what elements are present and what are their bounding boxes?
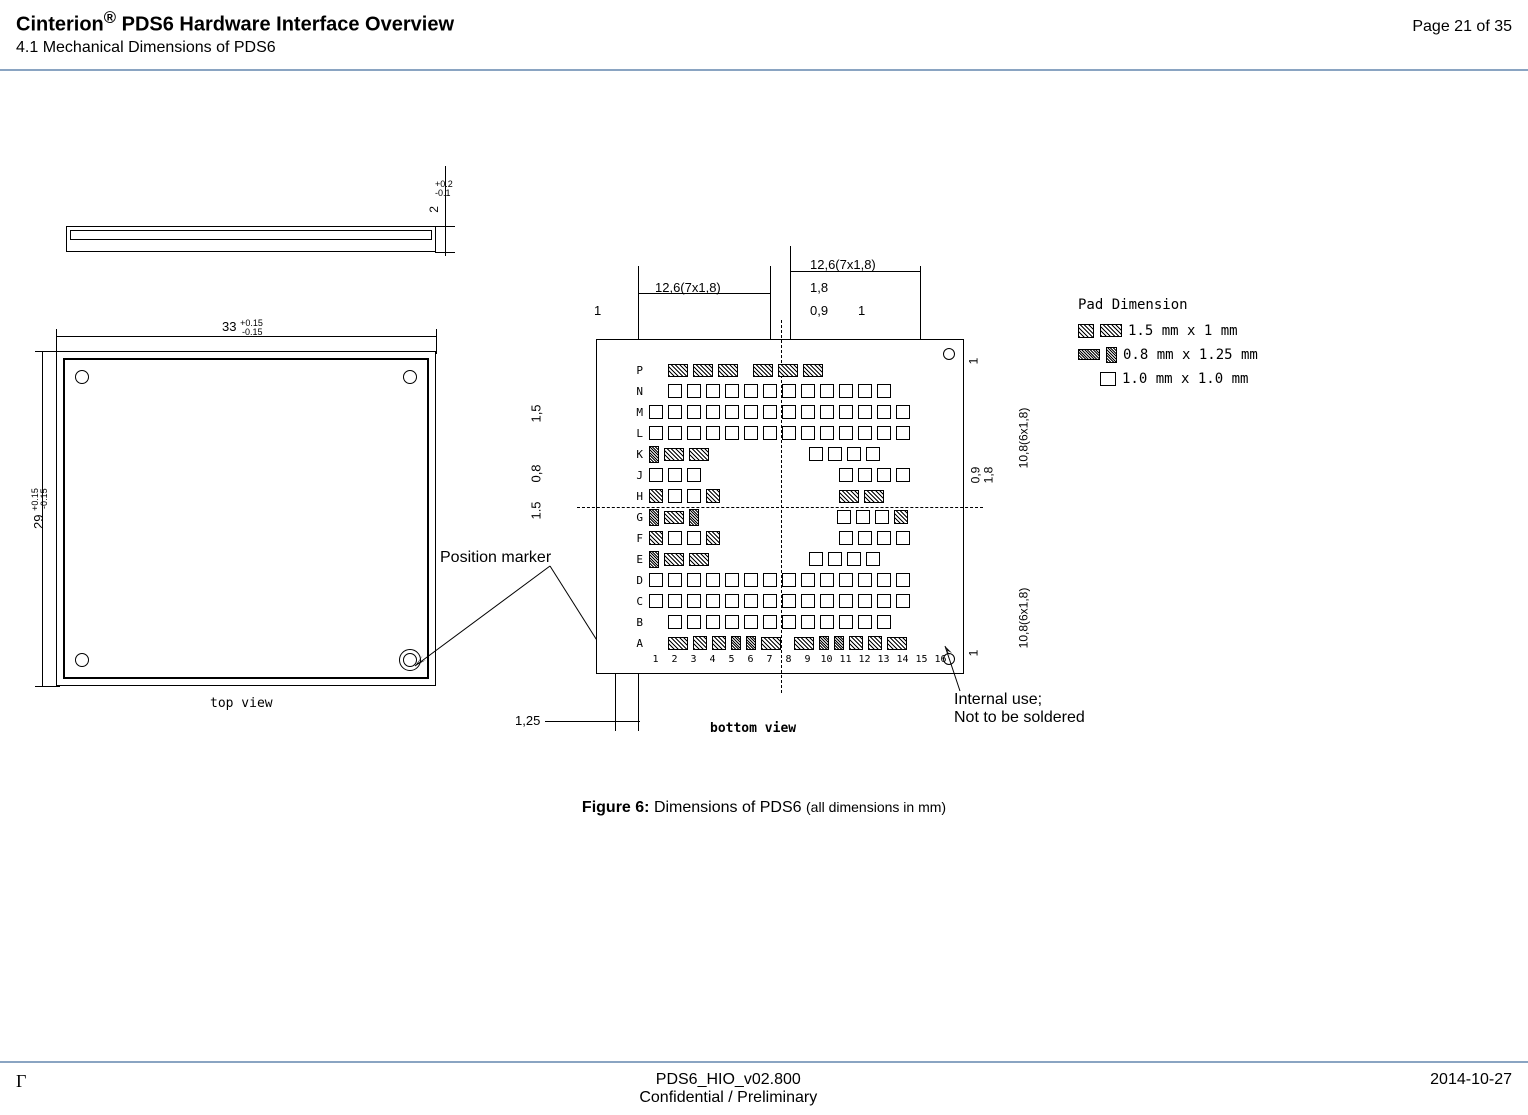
height-dimension: 29 +0.15 -0.15 [31, 488, 46, 529]
dim-1-8-r: 1,8 [981, 466, 995, 483]
top-view-inner-outline [63, 358, 429, 679]
legend-dense-tall-icon [1106, 347, 1117, 363]
dim-ext [638, 671, 639, 731]
dim-10-8-lower: 10,8(6x1,8) [1016, 587, 1030, 648]
dim-ext-line [35, 686, 60, 687]
page-footer: Γ PDS6_HIO_v02.800 Confidential / Prelim… [0, 1061, 1528, 1115]
dim-1-5: 1,5 [529, 404, 544, 422]
legend-row-3: 1.0 mm x 1.0 mm [1078, 371, 1258, 387]
dim-1-right: 1 [858, 303, 865, 318]
mounting-hole-icon [75, 653, 89, 667]
dim-ext [638, 266, 639, 346]
dim-1-left: 1 [594, 303, 601, 318]
dim-line [435, 226, 455, 227]
pad-row-p: P [632, 360, 912, 381]
page-number: Page 21 of 35 [1412, 18, 1512, 36]
figure-note: (all dimensions in mm) [806, 799, 946, 815]
mounting-hole-icon [75, 370, 89, 384]
pad-row-b: B [632, 612, 912, 633]
internal-use-annotation: Internal use; Not to be soldered [954, 691, 1085, 727]
thickness-dimension: 2 +0.2 -0.1 [427, 201, 441, 216]
dim-ext [790, 246, 791, 346]
pad-row-l: L [632, 423, 912, 444]
internal-use-line1: Internal use; [954, 691, 1085, 709]
legend-row-2: 0.8 mm x 1.25 mm [1078, 347, 1258, 363]
dim-0-8: 0,8 [529, 464, 544, 482]
dim-ext [770, 266, 771, 346]
pad-row-k: K [632, 444, 912, 465]
width-dim-line [56, 336, 436, 337]
legend-hatched-rect-icon [1100, 324, 1122, 337]
pad-row-g: G [632, 507, 912, 528]
footer-doc-id: PDS6_HIO_v02.800 [639, 1071, 817, 1089]
pad-row-j: J [632, 465, 912, 486]
legend-dense-rect-icon [1078, 349, 1100, 360]
pad-row-f: F [632, 528, 912, 549]
column-labels: 1 2 3 4 5 6 7 8 9 10 11 12 13 14 15 16 [646, 654, 950, 665]
header-title: Cinterion® PDS6 Hardware Interface Overv… [16, 8, 454, 37]
corner-hole-icon [943, 348, 955, 360]
pad-row-d: D [632, 570, 912, 591]
footer-left: Γ [16, 1071, 26, 1107]
bottom-view-outline: P N M L K [596, 339, 964, 674]
internal-use-arrow [940, 641, 970, 696]
dim-ext [920, 266, 921, 346]
top-view-label: top view [210, 696, 273, 711]
figure-text: Dimensions of PDS6 [654, 799, 802, 816]
pad-row-a: A [632, 633, 912, 654]
legend-hatched-square-icon [1078, 324, 1094, 338]
dim-rule [790, 271, 920, 272]
pad-row-n: N [632, 381, 912, 402]
height-dim-line [42, 351, 43, 686]
figure-number: Figure 6: [582, 799, 650, 816]
figure-caption: Figure 6: Dimensions of PDS6 (all dimens… [0, 799, 1528, 817]
dim-extension-line [445, 166, 446, 256]
pad-row-e: E [632, 549, 912, 570]
pad-dimension-legend: Pad Dimension 1.5 mm x 1 mm 0.8 mm x 1.2… [1078, 297, 1258, 395]
dim-1-25: 1,25 [515, 713, 540, 728]
dim-1-5b: 1.5 [529, 501, 544, 519]
dim-0-9-r: 0,9 [968, 466, 982, 483]
position-marker-arrow [390, 561, 620, 676]
top-view-outline [56, 351, 436, 686]
title-prefix: Cinterion [16, 14, 104, 36]
dim-rule [638, 293, 770, 294]
dim-line [435, 252, 455, 253]
dim-ext-line [436, 329, 437, 354]
header-row: Cinterion® PDS6 Hardware Interface Overv… [16, 8, 1512, 37]
content-area: 2 +0.2 -0.1 33 +0.15 -0.15 29 +0.15 -0.1… [0, 71, 1528, 951]
side-profile-inner [70, 230, 432, 240]
dim-1-8: 1,8 [810, 280, 828, 295]
dim-12-6-right: 12,6(7x1,8) [810, 257, 876, 272]
pad-row-m: M [632, 402, 912, 423]
mounting-hole-icon [403, 370, 417, 384]
internal-use-line2: Not to be soldered [954, 709, 1085, 727]
legend-row-1: 1.5 mm x 1 mm [1078, 323, 1258, 339]
bga-pad-grid: P N M L K [632, 360, 912, 654]
header-subtitle: 4.1 Mechanical Dimensions of PDS6 [16, 39, 1512, 57]
pad-row-c: C [632, 591, 912, 612]
width-dimension: 33 +0.15 -0.15 [222, 319, 263, 334]
dim-rule [545, 721, 640, 722]
dim-1-r1: 1 [966, 357, 980, 364]
pad-row-h: H [632, 486, 912, 507]
registered-mark: ® [104, 8, 116, 27]
footer-date: 2014-10-27 [1430, 1071, 1512, 1107]
legend-plain-square-icon [1100, 372, 1116, 386]
footer-classification: Confidential / Preliminary [639, 1089, 817, 1107]
title-suffix: PDS6 Hardware Interface Overview [116, 14, 454, 36]
dim-ext [615, 671, 616, 731]
dim-10-8-upper: 10,8(6x1,8) [1016, 407, 1030, 468]
legend-title: Pad Dimension [1078, 297, 1258, 313]
page-header: Cinterion® PDS6 Hardware Interface Overv… [0, 0, 1528, 71]
bottom-view-label: bottom view [710, 721, 796, 736]
dim-0-9: 0,9 [810, 303, 828, 318]
side-profile-view [66, 226, 436, 252]
footer-center: PDS6_HIO_v02.800 Confidential / Prelimin… [639, 1071, 817, 1107]
